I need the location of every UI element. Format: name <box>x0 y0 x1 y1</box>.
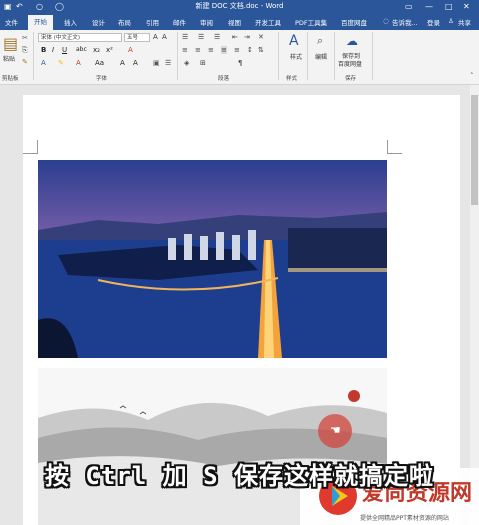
sort-icon[interactable]: ⇅ <box>258 46 264 54</box>
find-icon[interactable]: ⌕ <box>317 34 323 48</box>
divider <box>177 32 178 80</box>
tab-review[interactable]: 审阅 <box>200 17 213 27</box>
shrink-font-button[interactable]: A <box>133 59 138 67</box>
share-button[interactable]: 共享 <box>458 17 471 27</box>
maximize-icon[interactable]: □ <box>445 2 453 11</box>
show-marks-icon[interactable]: ¶ <box>238 59 242 67</box>
close-icon[interactable]: ✕ <box>463 2 470 11</box>
shading-icon[interactable]: ◈ <box>184 59 189 67</box>
font-name-select[interactable]: 宋体 (中文正文) <box>38 33 122 42</box>
login-link[interactable]: 登录 <box>427 17 440 27</box>
scrollbar-thumb[interactable] <box>471 95 478 205</box>
tab-mailings[interactable]: 邮件 <box>173 17 186 27</box>
increase-indent-icon[interactable]: ⇥ <box>244 33 250 41</box>
baidu-cloud-icon[interactable]: ☁ <box>346 34 358 48</box>
chinese-layout-icon[interactable]: ✕ <box>258 33 264 41</box>
minimize-icon[interactable]: — <box>425 2 433 11</box>
paste-button[interactable]: 粘贴 <box>3 54 15 63</box>
font-size-select[interactable]: 五号 <box>124 33 150 42</box>
divider <box>372 32 373 80</box>
share-icon: ♙ <box>448 17 454 25</box>
collapse-ribbon-icon[interactable]: ˄ <box>470 72 474 80</box>
tab-file[interactable]: 文件 <box>5 17 18 27</box>
grow-font-button[interactable]: A <box>120 59 125 67</box>
corner-mark <box>387 153 402 154</box>
change-case-button[interactable]: Aa <box>95 59 104 67</box>
divider <box>307 32 308 80</box>
grow-font-icon[interactable]: A <box>153 33 158 41</box>
styles-icon[interactable]: A <box>289 33 299 49</box>
clipboard-group-label: 剪贴板 <box>2 76 19 82</box>
char-border-icon[interactable]: ▣ <box>153 59 160 67</box>
highlight-icon[interactable]: ✎ <box>58 59 64 67</box>
text-effects-icon-2[interactable]: A <box>41 59 46 67</box>
tab-pdf-tools[interactable]: PDF工具集 <box>295 17 327 27</box>
copy-icon[interactable]: ⎘ <box>22 46 28 55</box>
click-indicator: ☚ <box>318 414 352 448</box>
corner-mark <box>23 153 38 154</box>
editing-button[interactable]: 编辑 <box>315 52 327 61</box>
styles-group-label: 样式 <box>286 76 298 82</box>
save-group-label: 保存 <box>345 76 357 82</box>
bullets-icon[interactable]: ☰ <box>182 33 188 41</box>
tab-home[interactable]: 开始 <box>28 15 53 30</box>
corner-mark <box>387 140 388 154</box>
distributed-icon[interactable]: ≡ <box>234 46 240 54</box>
cut-icon[interactable]: ✂ <box>22 34 28 42</box>
bold-button[interactable]: B <box>41 46 46 54</box>
city-night-graphic <box>38 160 387 358</box>
strikethrough-button[interactable]: abc <box>76 46 87 53</box>
decrease-indent-icon[interactable]: ⇤ <box>232 33 238 41</box>
city-night-image[interactable] <box>38 160 387 358</box>
subtitle-caption: 按 Ctrl 加 S 保存这样就搞定啦 <box>44 462 435 490</box>
text-effects-icon[interactable]: A <box>128 46 133 54</box>
tab-references[interactable]: 引用 <box>146 17 159 27</box>
align-right-icon[interactable]: ≡ <box>208 46 214 54</box>
tab-baidu-netdisk[interactable]: 百度网盘 <box>341 17 367 27</box>
tell-me-box[interactable]: 告诉我... <box>392 17 418 27</box>
shrink-font-icon[interactable]: A <box>162 33 167 41</box>
paragraph-group-label: 段落 <box>218 76 230 82</box>
borders-icon[interactable]: ⊞ <box>200 59 206 67</box>
ribbon: ▤ 粘贴 ✂ ⎘ ✎ 剪贴板 宋体 (中文正文) 五号 A A B I U ab… <box>0 30 479 85</box>
paste-icon[interactable]: ▤ <box>3 34 18 53</box>
subscript-button[interactable]: x₂ <box>93 46 100 54</box>
tab-view[interactable]: 视图 <box>228 17 241 27</box>
line-spacing-icon[interactable]: ↕ <box>247 46 253 54</box>
tab-developer[interactable]: 开发工具 <box>255 17 281 27</box>
title-bar: ▣ ↶ ○ ◯ 新建 DOC 文档.doc - Word ▭ — □ ✕ <box>0 0 479 15</box>
ribbon-tabs: 文件 开始 插入 设计 布局 引用 邮件 审阅 视图 开发工具 PDF工具集 百… <box>0 15 479 30</box>
tab-insert[interactable]: 插入 <box>64 17 77 27</box>
divider <box>33 32 34 80</box>
corner-mark <box>37 140 38 154</box>
multilevel-list-icon[interactable]: ☰ <box>214 33 220 41</box>
ribbon-options-icon[interactable]: ▭ <box>405 2 413 11</box>
underline-button[interactable]: U <box>62 46 67 54</box>
numbering-icon[interactable]: ☰ <box>198 33 204 41</box>
divider <box>278 32 279 80</box>
italic-button[interactable]: I <box>52 46 54 54</box>
justify-icon[interactable]: ≡ <box>221 46 227 54</box>
baidu-netdisk-label[interactable]: 百度网盘 <box>338 59 362 68</box>
phonetic-guide-icon[interactable]: ☰ <box>165 59 171 67</box>
hand-cursor-icon: ☚ <box>330 423 341 437</box>
align-left-icon[interactable]: ≡ <box>182 46 188 54</box>
lightbulb-icon: ◌ <box>383 17 389 25</box>
superscript-button[interactable]: x² <box>106 46 113 54</box>
font-group-label: 字体 <box>96 76 108 82</box>
watermark-subtitle: 提供全网精品PPT素材资源的网站 <box>360 515 449 522</box>
font-color-icon[interactable]: A <box>76 59 81 67</box>
tab-design[interactable]: 设计 <box>92 17 105 27</box>
align-center-icon[interactable]: ≡ <box>195 46 201 54</box>
format-painter-icon[interactable]: ✎ <box>22 58 28 66</box>
tab-layout[interactable]: 布局 <box>118 17 131 27</box>
divider <box>334 32 335 80</box>
styles-button[interactable]: 样式 <box>290 52 302 61</box>
